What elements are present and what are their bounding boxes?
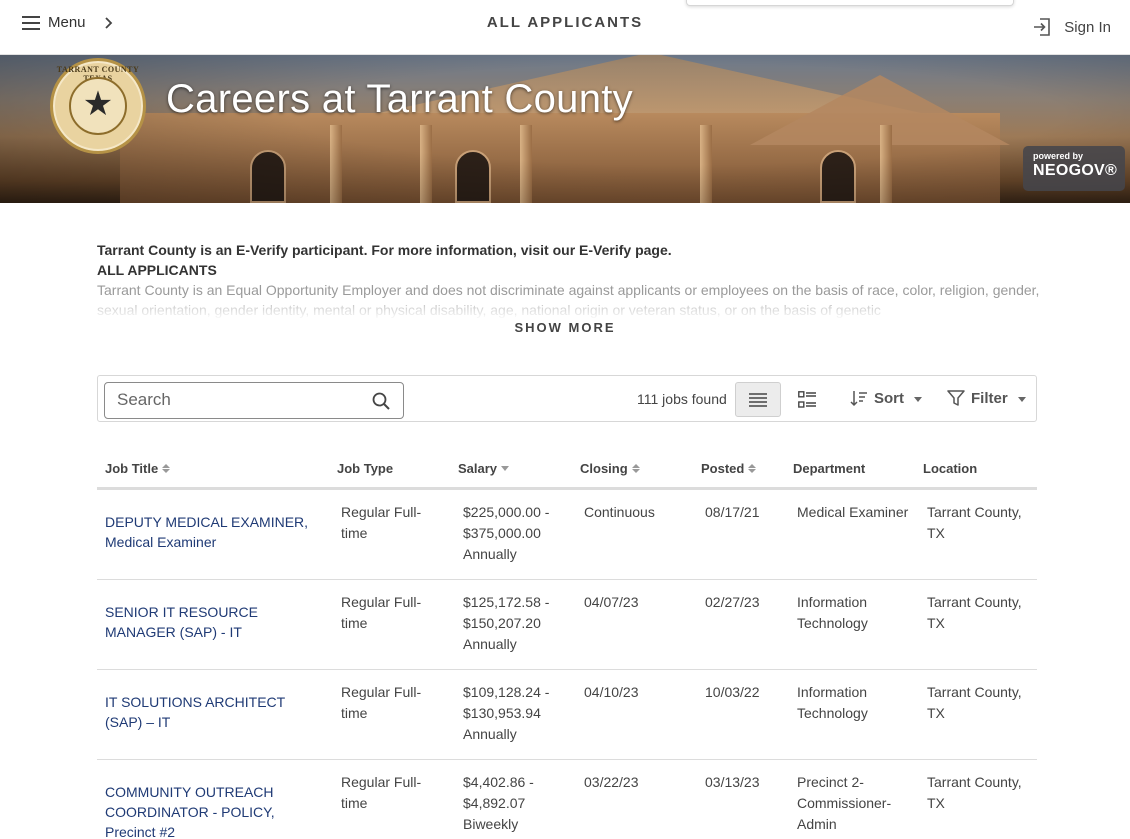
- closing-date: 04/07/23: [584, 594, 639, 610]
- everify-notice: Tarrant County is an E-Verify participan…: [97, 242, 672, 258]
- closing-date: Continuous: [584, 504, 655, 520]
- info-section: Tarrant County is an E-Verify participan…: [97, 240, 1042, 320]
- sort-label: Sort: [874, 389, 904, 407]
- job-type: Regular Full-time: [341, 594, 422, 631]
- column-header-closing[interactable]: Closing: [580, 461, 640, 476]
- posted-date: 02/27/23: [705, 594, 760, 610]
- column-label: Department: [793, 461, 866, 476]
- job-title-link[interactable]: COMMUNITY OUTREACH COORDINATOR - POLICY,…: [105, 782, 320, 839]
- filter-icon: [947, 390, 965, 406]
- info-heading: ALL APPLICANTS: [97, 262, 217, 278]
- location: Tarrant County, TX: [927, 594, 1022, 631]
- star-icon: ★: [82, 85, 114, 123]
- column-header-job-title[interactable]: Job Title: [105, 461, 171, 476]
- salary: $109,128.24 - $130,953.94 Annually: [463, 684, 550, 742]
- sign-in-button[interactable]: Sign In: [1032, 17, 1111, 37]
- chevron-down-icon: [914, 396, 922, 402]
- location: Tarrant County, TX: [927, 504, 1022, 541]
- jobs-found-count: 111 jobs found: [637, 391, 727, 407]
- column-label: Salary: [458, 461, 498, 476]
- salary: $4,402.86 - $4,892.07 Biweekly: [463, 774, 534, 832]
- column-header-department: Department: [793, 461, 865, 476]
- show-more-button[interactable]: SHOW MORE: [0, 320, 1130, 335]
- neogov-logo-text: NEOGOV®: [1033, 162, 1118, 179]
- seal-inner-ring: ★: [69, 77, 127, 135]
- county-seal-logo: TARRANT COUNTY TEXAS ★: [50, 58, 146, 154]
- department: Information Technology: [797, 684, 868, 721]
- filter-label: Filter: [971, 389, 1008, 407]
- list-view-button[interactable]: [735, 382, 781, 417]
- job-search-toolbar: 111 jobs found Sort Filter: [97, 375, 1037, 422]
- column-label: Posted: [701, 461, 745, 476]
- job-title-link[interactable]: DEPUTY MEDICAL EXAMINER, Medical Examine…: [105, 512, 320, 552]
- sort-updown-icon: [162, 464, 171, 473]
- department: Medical Examiner: [797, 504, 909, 520]
- sign-in-label: Sign In: [1064, 18, 1111, 36]
- column-label: Job Type: [337, 461, 394, 476]
- department: Information Technology: [797, 594, 868, 631]
- neogov-badge[interactable]: powered by NEOGOV®: [1023, 146, 1125, 191]
- column-header-job-type: Job Type: [337, 461, 393, 476]
- search-field[interactable]: [104, 382, 404, 419]
- chevron-down-icon: [1017, 396, 1026, 402]
- table-row: SENIOR IT RESOURCE MANAGER (SAP) - IT Re…: [97, 580, 1037, 670]
- card-view-button[interactable]: [793, 386, 821, 414]
- table-row: COMMUNITY OUTREACH COORDINATOR - POLICY,…: [97, 760, 1037, 839]
- dropdown-panel-edge: [686, 0, 1014, 6]
- salary: $225,000.00 - $375,000.00 Annually: [463, 504, 550, 562]
- list-view-icon: [749, 392, 767, 407]
- job-title-link[interactable]: SENIOR IT RESOURCE MANAGER (SAP) - IT: [105, 602, 320, 642]
- column-label: Closing: [580, 461, 628, 476]
- sort-button[interactable]: Sort: [850, 389, 922, 407]
- eeo-statement: Tarrant County is an Equal Opportunity E…: [97, 280, 1042, 320]
- column-header-salary[interactable]: Salary: [458, 461, 510, 476]
- column-label: Location: [923, 461, 978, 476]
- posted-date: 10/03/22: [705, 684, 760, 700]
- jobs-table: Job Title Job Type Salary Closing Posted…: [97, 458, 1037, 839]
- table-header: Job Title Job Type Salary Closing Posted…: [97, 458, 1037, 490]
- job-title-link[interactable]: IT SOLUTIONS ARCHITECT (SAP) – IT: [105, 692, 320, 732]
- top-navigation-bar: Menu ALL APPLICANTS Sign In: [0, 0, 1130, 55]
- table-row: DEPUTY MEDICAL EXAMINER, Medical Examine…: [97, 490, 1037, 580]
- posted-date: 03/13/23: [705, 774, 760, 790]
- column-label: Job Title: [105, 461, 159, 476]
- sort-updown-icon: [748, 464, 757, 473]
- careers-title: Careers at Tarrant County: [166, 77, 633, 121]
- sort-icon: [850, 391, 867, 407]
- card-view-icon: [798, 391, 816, 408]
- sign-in-icon: [1034, 18, 1051, 36]
- search-icon[interactable]: [371, 391, 391, 411]
- department: Precinct 2-Commissioner-Admin: [797, 774, 892, 832]
- job-type: Regular Full-time: [341, 774, 422, 811]
- job-type: Regular Full-time: [341, 684, 422, 721]
- closing-date: 03/22/23: [584, 774, 639, 790]
- job-type: Regular Full-time: [341, 504, 422, 541]
- column-header-location: Location: [923, 461, 977, 476]
- table-row: IT SOLUTIONS ARCHITECT (SAP) – IT Regula…: [97, 670, 1037, 760]
- hero-banner: TARRANT COUNTY TEXAS ★ Careers at Tarran…: [0, 55, 1130, 203]
- sort-down-icon: [501, 466, 510, 471]
- filter-button[interactable]: Filter: [947, 389, 1026, 407]
- salary: $125,172.58 - $150,207.20 Annually: [463, 594, 550, 652]
- page-title: ALL APPLICANTS: [486, 14, 644, 31]
- sort-updown-icon: [631, 464, 640, 473]
- eeo-text: Tarrant County is an Equal Opportunity E…: [97, 282, 1040, 318]
- column-header-posted[interactable]: Posted: [701, 461, 757, 476]
- closing-date: 04/10/23: [584, 684, 639, 700]
- location: Tarrant County, TX: [927, 684, 1022, 721]
- posted-date: 08/17/21: [705, 504, 760, 520]
- search-input[interactable]: [105, 383, 355, 416]
- location: Tarrant County, TX: [927, 774, 1022, 811]
- powered-by-label: powered by: [1033, 151, 1084, 161]
